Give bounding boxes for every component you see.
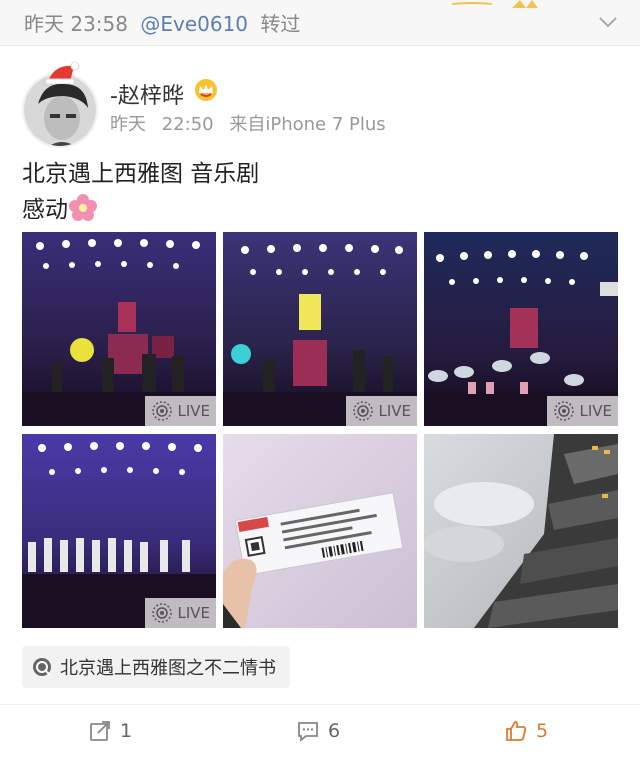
repost-date: 昨天 [24, 12, 64, 36]
live-badge: LIVE [145, 396, 216, 426]
photo-1[interactable]: LIVE [22, 232, 216, 426]
live-badge: LIVE [346, 396, 417, 426]
live-label: LIVE [177, 402, 210, 420]
live-label: LIVE [378, 402, 411, 420]
vip-crown-icon [195, 79, 217, 101]
decoration-icon [452, 0, 538, 8]
live-photo-icon [152, 401, 173, 421]
post-content: 北京遇上西雅图 音乐剧 感动 [22, 156, 259, 228]
post-username[interactable]: -赵梓晔 [110, 78, 184, 110]
live-badge: LIVE [145, 598, 216, 628]
thumbs-up-icon [506, 721, 527, 741]
comment-button[interactable]: 6 [296, 719, 340, 743]
post-source: 来自iPhone 7 Plus [229, 114, 386, 135]
live-label: LIVE [177, 604, 210, 622]
share-icon [90, 721, 110, 741]
live-photo-icon [353, 401, 374, 421]
post-meta: 昨天 22:50 来自iPhone 7 Plus [110, 110, 386, 136]
photo-3[interactable]: LIVE [424, 232, 618, 426]
repost-handle-link[interactable]: @Eve0610 [140, 12, 248, 36]
post-content-line2: 感动 [22, 192, 259, 228]
location-icon [33, 658, 51, 676]
photo-4[interactable]: LIVE [22, 434, 216, 628]
like-count: 5 [536, 720, 549, 742]
post-content-line1: 北京遇上西雅图 音乐剧 [22, 161, 260, 187]
christmas-hat-icon [45, 61, 80, 84]
live-photo-icon [554, 401, 575, 421]
post-content-line2-text: 感动 [22, 197, 68, 223]
repost-time: 23:58 [70, 12, 128, 36]
action-bar: 1 6 5 [0, 704, 640, 757]
topic-label: 北京遇上西雅图之不二情书 [60, 658, 276, 679]
avatar-wrap[interactable] [22, 60, 100, 148]
live-badge: LIVE [547, 396, 618, 426]
post-date: 昨天 [110, 114, 146, 135]
flower-emoji-icon [69, 194, 97, 221]
comment-icon [298, 722, 318, 742]
repost-info: 昨天 23:58 @Eve0610 转过 [24, 8, 300, 37]
post-time: 22:50 [161, 114, 214, 135]
live-photo-icon [152, 603, 173, 623]
repost-header: 昨天 23:58 @Eve0610 转过 [0, 0, 640, 46]
chevron-down-icon[interactable] [596, 10, 620, 34]
photo-2[interactable]: LIVE [223, 232, 417, 426]
photo-grid: LIVE LIVE LIVE LIVE [22, 232, 618, 630]
comment-count: 6 [328, 720, 341, 742]
photo-6[interactable] [424, 434, 618, 628]
live-label: LIVE [579, 402, 612, 420]
repost-action-label: 转过 [260, 12, 301, 36]
topic-chip[interactable]: 北京遇上西雅图之不二情书 [22, 646, 290, 688]
repost-count: 1 [120, 720, 133, 742]
like-button[interactable]: 5 [504, 719, 548, 743]
photo-5[interactable] [223, 434, 417, 628]
repost-button[interactable]: 1 [88, 719, 132, 743]
